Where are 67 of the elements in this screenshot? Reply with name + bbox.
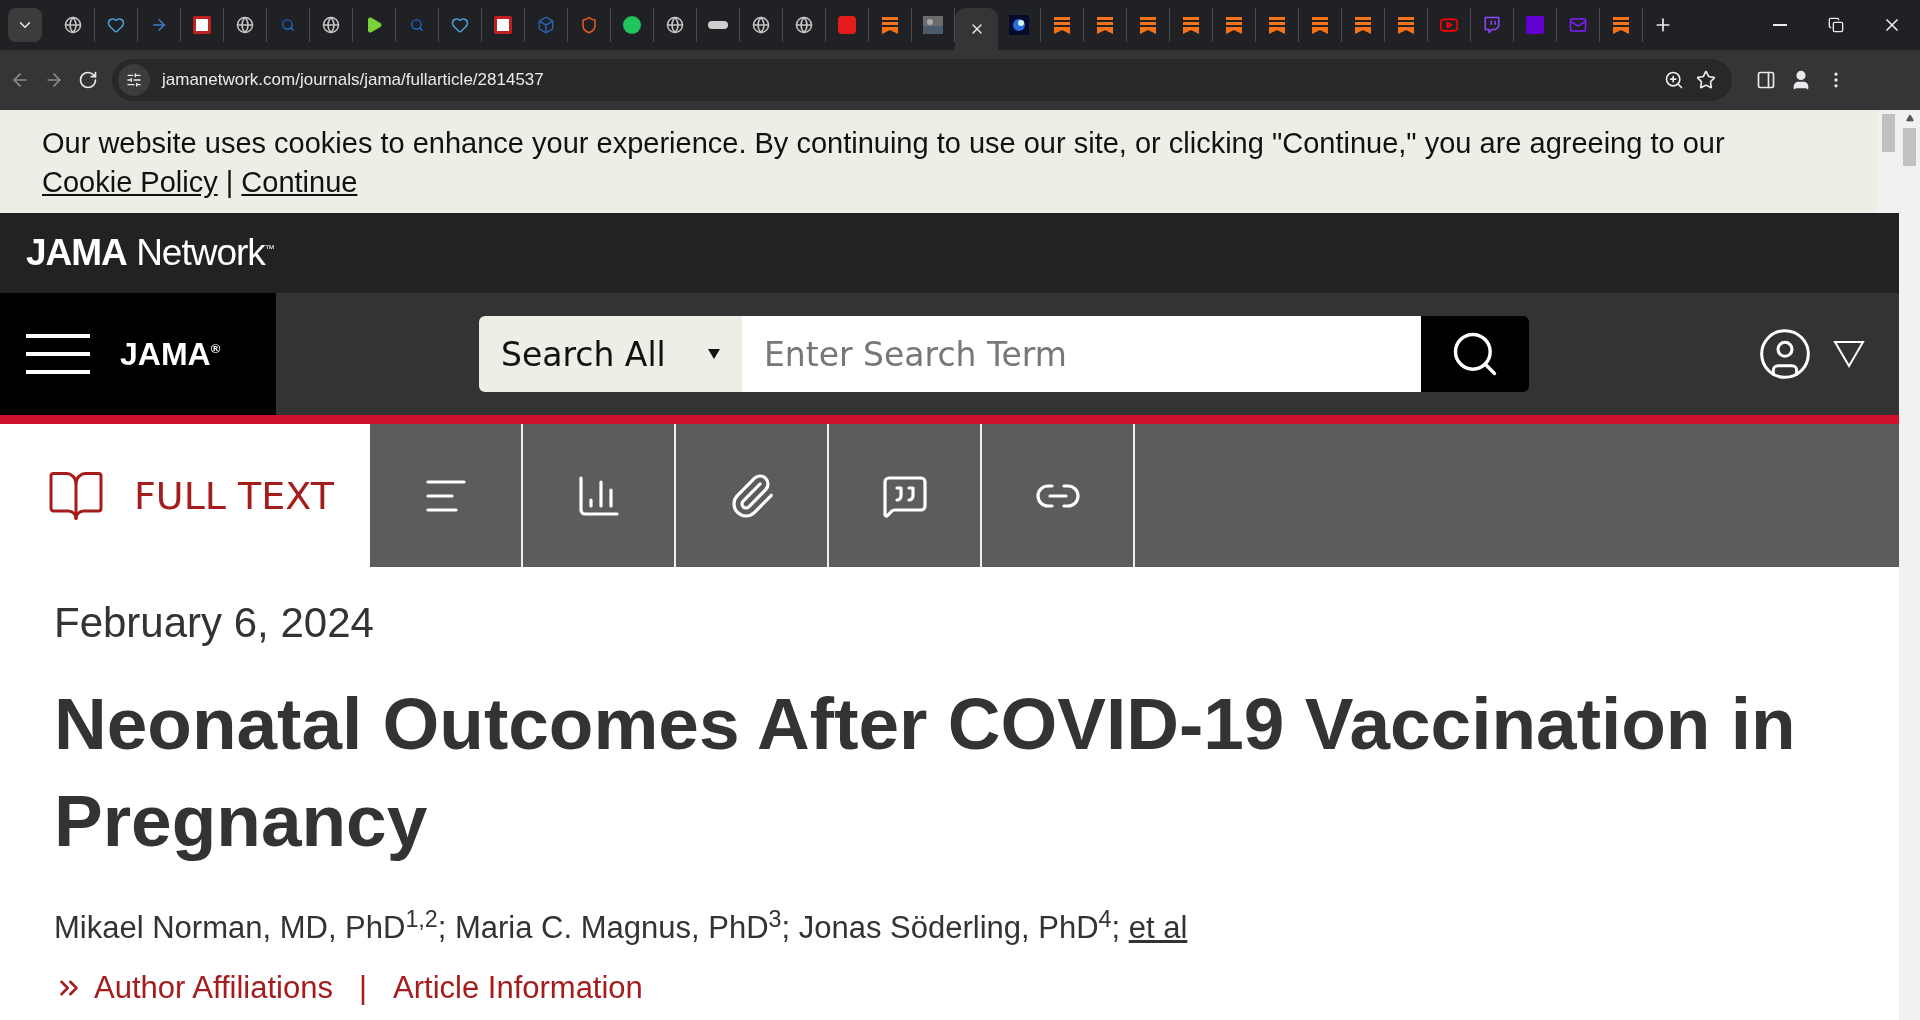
scroll-thumb[interactable] xyxy=(1882,114,1895,152)
globe-icon xyxy=(666,16,684,34)
bookmark-icon xyxy=(1612,16,1630,34)
menu-icon[interactable] xyxy=(26,332,90,376)
search-field[interactable]: Enter Search Term xyxy=(742,316,1421,392)
scroll-up-icon[interactable] xyxy=(1905,114,1914,122)
side-panel-icon[interactable] xyxy=(1756,70,1776,90)
author-list: Mikael Norman, MD, PhD$^{1,2}$; Maria C. Magnus, PhD$^{3}$; Jonas Söderling, PhD$^{4}$; et al xyxy=(54,899,1845,949)
address-bar[interactable]: jamanetwork.com/journals/jama/fullarticle/2814537 xyxy=(112,59,1732,101)
caret-icon xyxy=(708,349,720,359)
bookmark-star-icon[interactable] xyxy=(1696,70,1716,90)
cookie-notice: Our website uses cookies to enhance your experience. By continuing to use our site, or clicking "Continue," you are agreeing to our Cookie Policy | Continue xyxy=(41,126,1726,200)
bookmark-icon xyxy=(1268,16,1286,34)
bookmark-icon xyxy=(1397,16,1415,34)
et-al-link[interactable]: et al xyxy=(1128,910,1188,946)
search-button[interactable] xyxy=(1421,316,1529,392)
scroll-thumb[interactable] xyxy=(1903,128,1916,166)
app-icon xyxy=(838,16,856,34)
continue-link[interactable]: Continue xyxy=(241,166,358,198)
article-title: Neonatal Outcomes After COVID-19 Vaccination in Pregnancy xyxy=(54,682,1797,863)
globe-icon xyxy=(236,16,254,34)
user-icon[interactable] xyxy=(1757,326,1813,382)
publication-date: February 6, 2024 xyxy=(54,598,375,648)
cookie-policy-link[interactable]: Cookie Policy xyxy=(42,166,218,198)
bookmark-icon xyxy=(1354,16,1372,34)
shield-icon xyxy=(580,16,598,34)
minimize-icon xyxy=(1773,24,1787,26)
square-icon xyxy=(494,16,512,34)
mail-icon xyxy=(1569,16,1587,34)
chat-icon xyxy=(1483,16,1501,34)
author-affiliations-link[interactable]: Author Affiliations xyxy=(94,970,333,1007)
bookmark-icon xyxy=(1225,16,1243,34)
video-icon xyxy=(1439,15,1459,35)
dropdown-triangle-icon[interactable] xyxy=(1833,340,1865,368)
square-icon xyxy=(1526,16,1544,34)
scrollbar[interactable] xyxy=(1878,110,1899,213)
zoom-icon[interactable] xyxy=(1664,70,1684,90)
bookmark-icon xyxy=(1182,16,1200,34)
square-icon xyxy=(193,16,211,34)
cube-icon xyxy=(537,16,555,34)
circle-icon xyxy=(623,16,641,34)
site-logo[interactable]: JAMA Network$^{™}$ xyxy=(26,232,274,274)
site-info-icon[interactable] xyxy=(118,64,150,96)
bookmark-icon xyxy=(1053,16,1071,34)
url-text: jamanetwork.com/journals/jama/fullarticle/2814537 xyxy=(162,70,545,90)
search-icon xyxy=(410,18,424,32)
article-information-link[interactable]: Article Information xyxy=(393,970,643,1007)
full-text-tab[interactable]: FULL TEXT xyxy=(0,424,370,567)
search-scope-dropdown[interactable]: Search All xyxy=(479,316,742,392)
bookmark-icon xyxy=(1096,16,1114,34)
globe-icon xyxy=(752,16,770,34)
heart-icon xyxy=(107,16,125,34)
restore-icon xyxy=(1828,17,1844,33)
search-icon xyxy=(281,18,295,32)
reload-button[interactable] xyxy=(78,70,98,90)
page-scrollbar[interactable] xyxy=(1899,110,1920,1020)
globe-icon xyxy=(795,16,813,34)
bookmark-icon xyxy=(1311,16,1329,34)
globe-icon xyxy=(322,16,340,34)
bookmark-icon xyxy=(881,16,899,34)
journal-logo[interactable]: JAMA$^{®}$ xyxy=(120,335,221,373)
tab-list-button[interactable] xyxy=(8,8,42,42)
play-icon xyxy=(365,16,383,34)
heart-icon xyxy=(451,16,469,34)
globe-icon xyxy=(64,16,82,34)
separator: | xyxy=(358,970,368,1007)
bookmark-icon xyxy=(1139,16,1157,34)
